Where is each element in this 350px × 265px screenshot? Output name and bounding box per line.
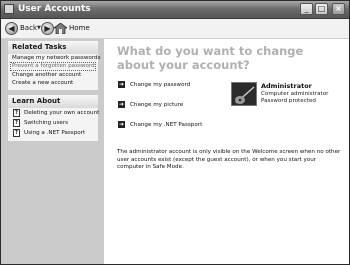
learn-about-label: Switching users — [24, 120, 69, 126]
account-type: Computer administrator — [261, 91, 329, 97]
main-content: What do you want to change about your ac… — [104, 39, 349, 264]
change-password-label: Change my password — [130, 82, 191, 88]
change-picture-label: Change my picture — [130, 102, 184, 108]
back-arrow-icon[interactable]: ◀ — [5, 22, 18, 35]
change-net-passport-label: Change my .NET Passport — [130, 122, 203, 128]
arrow-right-icon: ➜ — [118, 101, 125, 108]
learn-about-panel: Learn About ? Deleting your own account … — [8, 95, 100, 141]
learn-about-item[interactable]: ? Switching users — [8, 118, 98, 128]
learn-about-item[interactable]: ? Deleting your own account — [8, 108, 100, 118]
home-button[interactable]: Home — [69, 21, 90, 36]
close-button[interactable]: × — [332, 3, 345, 15]
minimize-button[interactable]: _ — [300, 3, 313, 15]
forward-arrow-icon[interactable]: ▶ — [41, 22, 54, 35]
change-picture-link[interactable]: ➜ Change my picture — [118, 101, 183, 109]
change-password-link[interactable]: ➜ Change my password — [118, 81, 190, 89]
task-sidebar: Related Tasks Manage my network password… — [1, 39, 104, 264]
related-tasks-panel: Related Tasks Manage my network password… — [8, 41, 101, 90]
help-topic-icon: ? — [13, 109, 20, 117]
guitar-picture-icon — [232, 83, 256, 105]
administrator-note: The administrator account is only visibl… — [117, 149, 341, 171]
arrow-right-icon: ➜ — [118, 121, 125, 128]
account-status: Password protected — [261, 98, 316, 104]
maximize-button[interactable]: □ — [315, 3, 328, 15]
user-accounts-app-icon — [4, 4, 14, 14]
back-button[interactable]: Back — [20, 21, 37, 36]
learn-about-label: Deleting your own account — [24, 110, 100, 116]
user-accounts-window: User Accounts _ □ × ◀ Back ▼ ▶ Home Rela… — [0, 0, 350, 265]
learn-about-label: Using a .NET Passport — [24, 130, 86, 136]
window-title: User Accounts — [18, 4, 91, 14]
related-tasks-header: Related Tasks — [8, 41, 98, 54]
learn-about-item[interactable]: ? Using a .NET Passport — [8, 128, 98, 138]
prevent-forgotten-password-link[interactable]: Prevent a forgotten password — [10, 62, 96, 71]
help-topic-icon: ? — [13, 129, 20, 137]
create-new-account-link[interactable]: Create a new account — [8, 79, 98, 87]
home-icon[interactable] — [54, 23, 67, 34]
title-bar[interactable]: User Accounts _ □ × — [1, 1, 349, 19]
change-another-account-link[interactable]: Change another account — [8, 71, 98, 79]
arrow-right-icon: ➜ — [118, 81, 125, 88]
account-picture — [231, 82, 257, 106]
account-name: Administrator — [261, 82, 312, 90]
change-net-passport-link[interactable]: ➜ Change my .NET Passport — [118, 121, 202, 129]
navigation-toolbar: ◀ Back ▼ ▶ Home — [1, 19, 349, 39]
learn-about-header: Learn About — [8, 95, 98, 108]
page-title: What do you want to change about your ac… — [117, 44, 304, 72]
help-topic-icon: ? — [13, 119, 20, 127]
manage-network-passwords-link[interactable]: Manage my network passwords — [8, 54, 101, 62]
